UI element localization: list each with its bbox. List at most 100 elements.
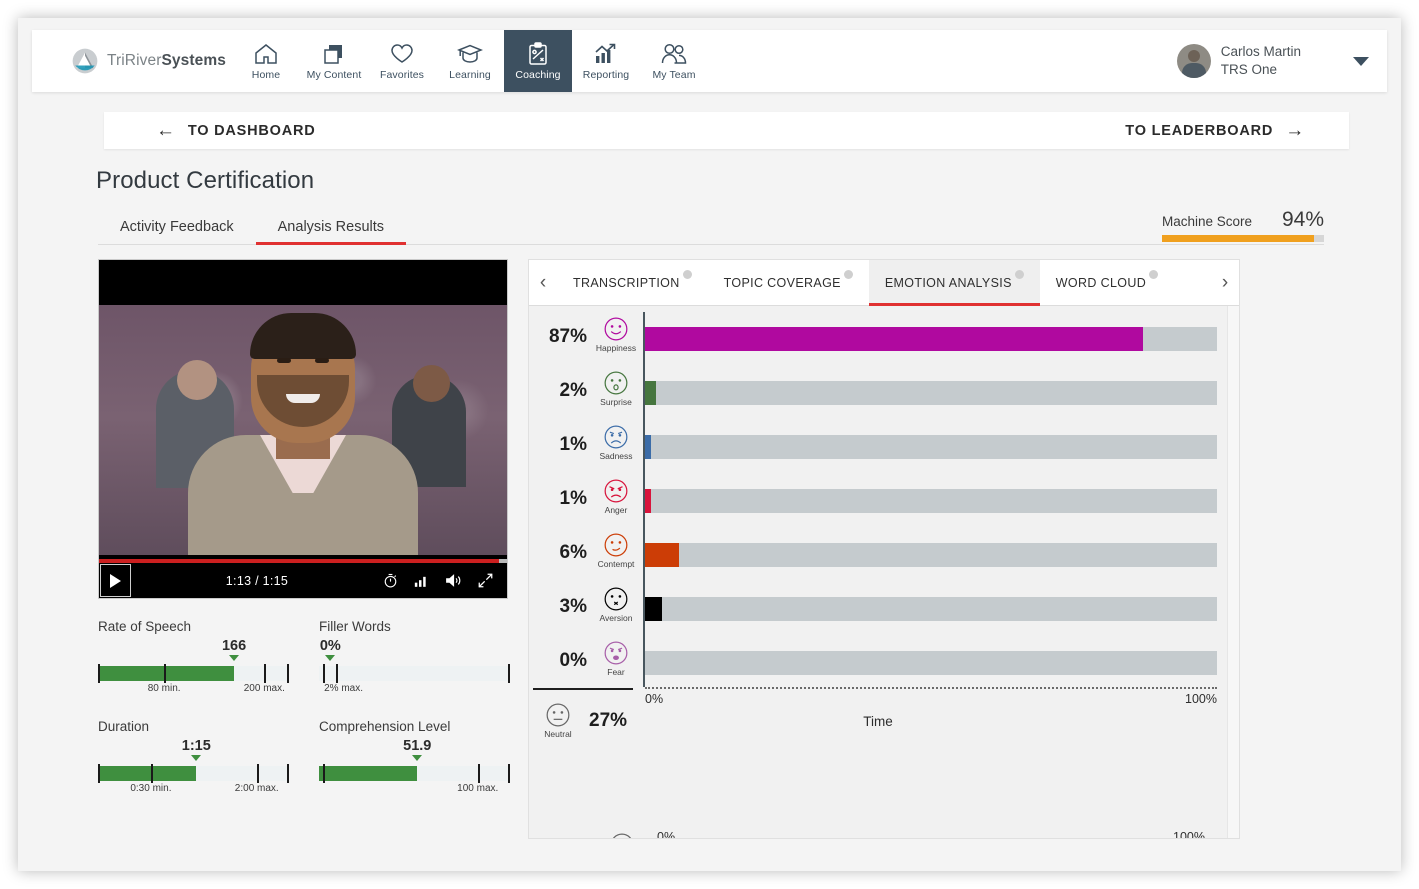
- chart-x-tick-min-duplicate: 0%: [657, 830, 676, 838]
- machine-score-fill: [1162, 235, 1315, 242]
- tab-label: Activity Feedback: [120, 219, 234, 235]
- emotion-bar: [645, 543, 1217, 567]
- metric-track: [319, 664, 510, 683]
- metric-fill: [319, 766, 418, 781]
- metric-tick: [336, 664, 338, 683]
- metric-value-row: 1:15: [98, 738, 287, 762]
- fullscreen-icon[interactable]: [478, 573, 493, 588]
- analysis-tabs-prev-button[interactable]: ‹: [529, 260, 557, 305]
- metric-value: 1:15: [181, 738, 211, 754]
- emotion-bar-track: [645, 543, 1217, 567]
- analysis-tabs-next-button[interactable]: ›: [1211, 260, 1239, 305]
- metric-tick: [322, 764, 325, 783]
- info-icon[interactable]: [843, 270, 853, 279]
- user-menu[interactable]: Carlos Martin TRS One: [1176, 30, 1387, 92]
- emotion-value: 1%: [559, 488, 587, 509]
- tab-emotion-analysis[interactable]: EMOTION ANALYSIS: [868, 260, 1040, 306]
- face-neutral-icon: [546, 703, 570, 727]
- neutral-summary-duplicate: 27% Neutral 0% 100% Time: [529, 822, 1215, 838]
- video-icon-group: [383, 573, 507, 588]
- tab-topic-coverage[interactable]: TOPIC COVERAGE: [708, 260, 869, 305]
- emotion-value: 6%: [559, 542, 587, 563]
- chart-x-tick-max: 100%: [1185, 692, 1217, 706]
- nav-item-favorites[interactable]: Favorites: [368, 30, 436, 92]
- emotion-bar-track: [645, 651, 1217, 675]
- tab-word-cloud[interactable]: WORD CLOUD: [1040, 260, 1174, 305]
- emotion-bar-fill: [645, 327, 1143, 351]
- tab-transcription[interactable]: TRANSCRIPTION: [557, 260, 708, 305]
- play-icon: [110, 573, 121, 588]
- nav-item-reporting[interactable]: Reporting: [572, 30, 640, 92]
- user-name: Carlos Martin: [1220, 43, 1301, 59]
- emotion-bar-row: 3% Aversion: [529, 582, 1217, 636]
- video-player[interactable]: 1:13 / 1:15: [98, 259, 508, 599]
- nav-items: Home My Content Favorites Learning Coach…: [232, 30, 708, 92]
- to-dashboard-button[interactable]: ← TO DASHBOARD: [104, 121, 316, 140]
- emotion-label: Sadness: [599, 451, 633, 461]
- emotion-bar-fill: [645, 543, 680, 567]
- tab-label: WORD CLOUD: [1055, 275, 1147, 290]
- chart-axis-rule: [533, 688, 633, 690]
- play-button[interactable]: [100, 564, 131, 597]
- metric-track: [319, 764, 510, 783]
- nav-item-coaching[interactable]: Coaching: [504, 30, 572, 92]
- metric-scale: 100 max.: [319, 783, 508, 797]
- volume-icon[interactable]: [445, 573, 462, 588]
- chevron-down-icon[interactable]: [1353, 56, 1369, 66]
- metric-tick: [98, 764, 100, 783]
- info-icon[interactable]: [1014, 270, 1024, 279]
- metric-marker-icon: [191, 755, 202, 761]
- people-icon: [661, 41, 687, 67]
- panel-scrollbar[interactable]: [1227, 306, 1239, 838]
- tab-activity-feedback[interactable]: Activity Feedback: [98, 219, 256, 244]
- face-aversion-icon: [604, 587, 628, 611]
- emotion-bar: [645, 327, 1217, 351]
- metric-scale-label: 2:00 max.: [234, 783, 279, 794]
- brand-name: TriRiverSystems: [107, 52, 226, 69]
- top-navigation-bar: TriRiverSystems Home My Content Favorite…: [32, 30, 1387, 92]
- emotion-label: Happiness: [595, 343, 637, 353]
- stopwatch-icon[interactable]: [383, 573, 398, 588]
- metric-tick: [287, 664, 289, 683]
- metric-scale-label: 100 max.: [457, 783, 499, 794]
- metric-value-row: 0%: [319, 638, 508, 662]
- info-icon[interactable]: [682, 270, 692, 279]
- emotion-value: 2%: [559, 380, 587, 401]
- content-icon: [322, 41, 346, 67]
- machine-score-bar: [1162, 235, 1324, 242]
- signal-bars-icon[interactable]: [414, 574, 429, 588]
- metric-marker-icon: [412, 755, 423, 761]
- brand-logo[interactable]: TriRiverSystems: [32, 30, 232, 92]
- home-icon: [254, 41, 278, 67]
- face-fear-icon: [604, 641, 628, 665]
- nav-label: Coaching: [515, 69, 561, 81]
- emotion-label: Aversion: [599, 613, 633, 623]
- metric-tick: [164, 664, 167, 683]
- chart-y-axis: [643, 312, 645, 687]
- metric-scale-label: 0:30 min.: [130, 783, 172, 794]
- metric-scale: 2% max.: [319, 683, 508, 697]
- metric-tick: [287, 764, 289, 783]
- nav-label: My Team: [652, 69, 696, 81]
- nav-label: Learning: [449, 69, 491, 81]
- emotion-bar-row: 1% Anger: [529, 474, 1217, 528]
- metric-fill: [98, 766, 197, 781]
- emotion-bar: [645, 597, 1217, 621]
- to-dashboard-label: TO DASHBOARD: [187, 122, 316, 139]
- nav-item-home[interactable]: Home: [232, 30, 300, 92]
- to-leaderboard-button[interactable]: TO LEADERBOARD →: [1125, 121, 1349, 140]
- nav-label: Home: [251, 69, 281, 81]
- nav-item-learning[interactable]: Learning: [436, 30, 504, 92]
- bar-chart-icon: [594, 41, 618, 67]
- nav-item-my-content[interactable]: My Content: [300, 30, 368, 92]
- metric-scale: 0:30 min. 2:00 max.: [98, 783, 287, 797]
- user-org: TRS One: [1220, 62, 1277, 77]
- nav-item-my-team[interactable]: My Team: [640, 30, 708, 92]
- emotion-label: Fear: [607, 667, 625, 677]
- tririver-logo-icon: [72, 48, 98, 74]
- metric-title: Duration: [98, 719, 150, 734]
- tab-analysis-results[interactable]: Analysis Results: [255, 219, 407, 245]
- info-icon[interactable]: [1149, 270, 1159, 279]
- emotion-face: Aversion: [595, 586, 637, 623]
- chart-x-tick-min: 0%: [645, 692, 664, 706]
